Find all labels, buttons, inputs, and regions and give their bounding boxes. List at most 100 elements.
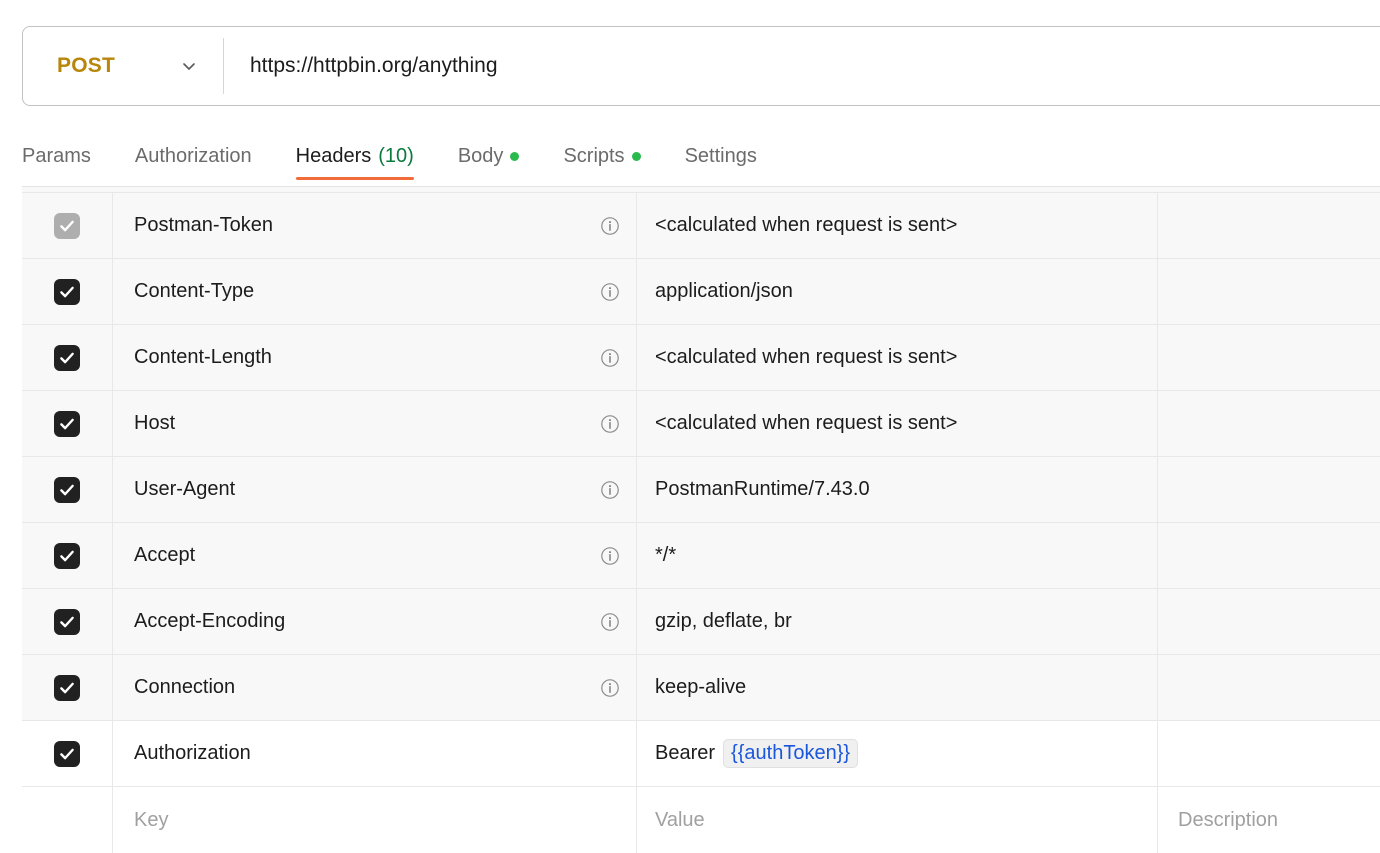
header-value-cell[interactable]: gzip, deflate, br — [637, 589, 1158, 654]
header-description-cell[interactable] — [1158, 655, 1380, 720]
header-key-text: User-Agent — [134, 478, 590, 501]
header-key-text: Host — [134, 412, 590, 435]
header-enabled-checkbox — [54, 213, 80, 239]
tab-modified-dot-icon — [632, 152, 641, 161]
header-value-text: */* — [655, 544, 676, 567]
http-method-dropdown[interactable]: POST — [23, 27, 223, 105]
header-description-cell[interactable] — [1158, 391, 1380, 456]
tab-body[interactable]: Body — [436, 132, 542, 180]
info-icon[interactable] — [600, 546, 620, 566]
header-key-text: Postman-Token — [134, 214, 590, 237]
tab-label: Headers — [296, 145, 372, 168]
header-key-cell[interactable]: Accept — [113, 523, 637, 588]
info-icon[interactable] — [600, 216, 620, 236]
header-key-cell[interactable]: Accept-Encoding — [113, 589, 637, 654]
description-placeholder: Description — [1178, 809, 1278, 832]
header-key-cell[interactable]: Connection — [113, 655, 637, 720]
header-value-cell[interactable]: application/json — [637, 259, 1158, 324]
row-enable-cell — [22, 523, 113, 588]
new-header-value-cell[interactable]: Value — [637, 787, 1158, 853]
new-header-description-cell[interactable]: Description — [1158, 787, 1380, 853]
tab-label: Settings — [685, 145, 757, 168]
header-value-cell[interactable]: <calculated when request is sent> — [637, 391, 1158, 456]
header-description-cell[interactable] — [1158, 457, 1380, 522]
header-enabled-checkbox[interactable] — [54, 741, 80, 767]
info-icon[interactable] — [600, 282, 620, 302]
info-icon[interactable] — [600, 678, 620, 698]
header-key-text: Content-Length — [134, 346, 590, 369]
table-body: Postman-Token <calculated when request is… — [22, 193, 1380, 853]
row-enable-cell — [22, 391, 113, 456]
header-enabled-checkbox[interactable] — [54, 345, 80, 371]
header-key-cell[interactable]: User-Agent — [113, 457, 637, 522]
header-description-cell[interactable] — [1158, 523, 1380, 588]
key-placeholder: Key — [134, 809, 168, 832]
header-key-cell[interactable]: Content-Type — [113, 259, 637, 324]
header-enabled-checkbox[interactable] — [54, 609, 80, 635]
header-value-cell[interactable]: <calculated when request is sent> — [637, 325, 1158, 390]
tab-authorization[interactable]: Authorization — [113, 132, 274, 180]
header-value-cell[interactable]: PostmanRuntime/7.43.0 — [637, 457, 1158, 522]
header-description-cell[interactable] — [1158, 259, 1380, 324]
value-placeholder: Value — [655, 809, 705, 832]
header-enabled-checkbox[interactable] — [54, 543, 80, 569]
tab-params[interactable]: Params — [22, 132, 113, 180]
header-value-cell[interactable]: <calculated when request is sent> — [637, 193, 1158, 258]
header-enabled-checkbox[interactable] — [54, 411, 80, 437]
new-header-key-cell[interactable]: Key — [113, 787, 637, 853]
table-row[interactable]: Host <calculated when request is sent> — [22, 391, 1380, 457]
tab-modified-dot-icon — [510, 152, 519, 161]
info-icon[interactable] — [600, 414, 620, 434]
header-value-cell[interactable]: keep-alive — [637, 655, 1158, 720]
tab-settings[interactable]: Settings — [663, 132, 779, 180]
header-value-text: keep-alive — [655, 676, 746, 699]
row-enable-cell — [22, 457, 113, 522]
header-enabled-checkbox[interactable] — [54, 279, 80, 305]
tab-headers[interactable]: Headers(10) — [274, 132, 436, 180]
tab-label: Authorization — [135, 145, 252, 168]
header-value-text: PostmanRuntime/7.43.0 — [655, 478, 870, 501]
variable-token[interactable]: {{authToken}} — [723, 739, 858, 768]
headers-table: Postman-Token <calculated when request is… — [22, 186, 1380, 853]
header-key-cell[interactable]: Host — [113, 391, 637, 456]
table-row[interactable]: Accept */* — [22, 523, 1380, 589]
header-description-cell[interactable] — [1158, 589, 1380, 654]
table-row[interactable]: Authorization Bearer {{authToken}} — [22, 721, 1380, 787]
header-value-text: Bearer — [655, 742, 715, 765]
header-key-cell[interactable]: Postman-Token — [113, 193, 637, 258]
row-enable-cell — [22, 259, 113, 324]
row-enable-cell — [22, 721, 113, 786]
table-row[interactable]: Accept-Encoding gzip, deflate, br — [22, 589, 1380, 655]
table-row[interactable]: Content-Length <calculated when request i… — [22, 325, 1380, 391]
header-enabled-checkbox[interactable] — [54, 675, 80, 701]
table-row[interactable]: User-Agent PostmanRuntime/7.43.0 — [22, 457, 1380, 523]
header-description-cell[interactable] — [1158, 193, 1380, 258]
table-row[interactable]: Postman-Token <calculated when request is… — [22, 193, 1380, 259]
header-value-cell[interactable]: Bearer {{authToken}} — [637, 721, 1158, 786]
tab-label: Params — [22, 145, 91, 168]
header-value-cell[interactable]: */* — [637, 523, 1158, 588]
header-value-text: gzip, deflate, br — [655, 610, 792, 633]
row-enable-cell — [22, 655, 113, 720]
header-key-cell[interactable]: Content-Length — [113, 325, 637, 390]
info-icon[interactable] — [600, 612, 620, 632]
header-value-text: <calculated when request is sent> — [655, 214, 957, 237]
new-header-row[interactable]: Key Value Description — [22, 787, 1380, 853]
active-tab-underline — [296, 177, 414, 180]
url-input[interactable] — [224, 27, 1380, 105]
header-key-cell[interactable]: Authorization — [113, 721, 637, 786]
info-icon[interactable] — [600, 480, 620, 500]
chevron-down-icon — [179, 56, 199, 76]
table-row[interactable]: Content-Typeapplication/json — [22, 259, 1380, 325]
tab-scripts[interactable]: Scripts — [541, 132, 662, 180]
row-enable-cell — [22, 589, 113, 654]
http-method-label: POST — [57, 54, 115, 78]
info-icon[interactable] — [600, 348, 620, 368]
header-enabled-checkbox[interactable] — [54, 477, 80, 503]
header-description-cell[interactable] — [1158, 721, 1380, 786]
header-value-text: <calculated when request is sent> — [655, 346, 957, 369]
tab-label: Body — [458, 145, 504, 168]
table-row[interactable]: Connection keep-alive — [22, 655, 1380, 721]
header-value-text: <calculated when request is sent> — [655, 412, 957, 435]
header-description-cell[interactable] — [1158, 325, 1380, 390]
